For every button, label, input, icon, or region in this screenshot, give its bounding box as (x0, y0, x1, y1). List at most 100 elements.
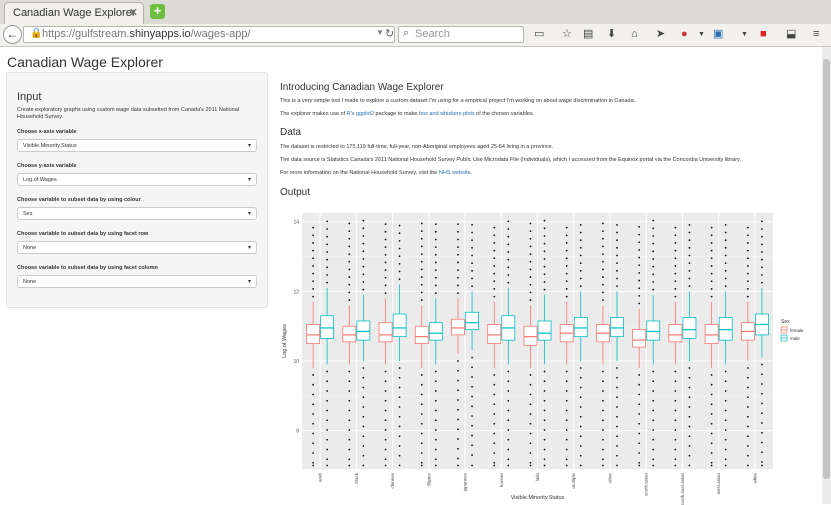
reload-icon[interactable]: ↻ (385, 27, 394, 40)
bookmark-star-icon[interactable]: ☆ (562, 28, 572, 41)
outlier-point (348, 237, 351, 240)
outlier-point (761, 363, 763, 366)
outlier-point (652, 273, 655, 276)
outlier-point (420, 237, 423, 240)
outlier-point (348, 283, 351, 286)
scrollbar-thumb[interactable] (823, 59, 830, 479)
outlier-point (384, 380, 387, 383)
x-tick-label: west.asian (716, 473, 721, 495)
outlier-point (543, 419, 546, 422)
outlier-point (565, 390, 568, 392)
facet-row-select[interactable]: None ▾ (17, 241, 257, 254)
outlier-point (543, 265, 546, 268)
url-dropdown-icon[interactable]: ▼ (376, 28, 384, 37)
outlier-point (543, 281, 546, 283)
outlier-point (457, 269, 459, 272)
outlier-point (507, 281, 510, 284)
box (487, 324, 502, 345)
outlier-point (674, 448, 677, 451)
url-bar[interactable]: 🔒 https://gulfstream.shinyapps.io/wages-… (23, 26, 395, 43)
outlier-point (652, 242, 655, 245)
reader-view-icon[interactable]: ▭ (534, 28, 544, 41)
x-tick-label: chinese (390, 473, 395, 489)
outlier-point (579, 223, 582, 226)
outlier-point (362, 396, 365, 399)
send-icon[interactable]: ➤ (656, 28, 665, 41)
outlier-point (326, 243, 329, 246)
outlier-point (529, 374, 532, 376)
box (704, 324, 719, 345)
outlier-point (761, 220, 763, 223)
outlier-point (688, 223, 691, 226)
outlier-point (312, 464, 314, 467)
outlier-point (529, 442, 532, 445)
x-axis-select[interactable]: Visible.Minority.Status ▾ (17, 139, 257, 152)
outlier-point (579, 262, 582, 265)
outlier-point (507, 458, 510, 461)
menu-icon[interactable]: ≡ (813, 28, 819, 41)
outlier-point (348, 260, 351, 263)
outlier-point (565, 288, 568, 290)
outlier-point (674, 280, 677, 283)
x-axis-label: Choose x-axis variable (17, 129, 77, 135)
outlier-point (579, 231, 582, 234)
outlier-point (507, 419, 510, 422)
home-icon[interactable]: ⌂ (631, 28, 638, 41)
outlier-point (420, 452, 423, 454)
y-axis-select[interactable]: Log.of.Wages ▾ (17, 173, 257, 186)
outlier-point (493, 280, 496, 283)
outlier-point (420, 283, 423, 286)
box-whiskers-link[interactable]: box and whiskers plots (419, 111, 475, 117)
outlier-point (761, 383, 763, 385)
outlier-point (674, 464, 677, 467)
addon-dropdown-icon[interactable]: ▼ (698, 28, 705, 41)
outlier-point (565, 295, 568, 298)
outlier-point (638, 442, 641, 445)
outlier-point (674, 390, 677, 392)
outlier-point (710, 383, 713, 386)
pocket-icon[interactable]: ■ (760, 28, 767, 41)
extension-icon[interactable]: ▣ (713, 28, 723, 41)
outlier-point (493, 374, 496, 376)
extension-dropdown-icon[interactable]: ▼ (741, 28, 748, 41)
bookmarks-list-icon[interactable]: ▤ (583, 28, 593, 41)
outlier-point (471, 223, 473, 226)
outlier-point (579, 386, 582, 389)
close-tab-icon[interactable]: ✕ (129, 6, 138, 19)
downloads-icon[interactable]: ⬇ (607, 28, 616, 41)
nhs-website-link[interactable]: NHS website (439, 170, 471, 176)
outlier-point (326, 458, 329, 461)
outlier-point (507, 274, 510, 276)
outlier-point (579, 285, 582, 288)
facet-column-select[interactable]: None ▾ (17, 275, 257, 288)
search-bar[interactable]: ⌕ Search (398, 26, 524, 43)
ggplot2-link[interactable]: R's ggplot2 (347, 111, 374, 117)
outlier-point (434, 276, 437, 279)
outlier-point (616, 406, 618, 408)
outlier-point (326, 228, 329, 230)
x-tick-label: other (607, 473, 612, 484)
outlier-point (638, 226, 641, 228)
outlier-point (384, 292, 387, 295)
outlier-point (688, 454, 691, 457)
browser-tab[interactable]: Canadian Wage Explorer ✕ (4, 2, 144, 24)
outlier-point (543, 448, 546, 451)
outlier-point (312, 265, 314, 267)
new-tab-icon[interactable]: + (150, 4, 165, 19)
outlier-point (507, 235, 510, 238)
page-scrollbar[interactable] (822, 47, 831, 504)
outlier-point (565, 464, 568, 467)
addon-icon[interactable]: ● (681, 28, 688, 41)
outlier-point (362, 435, 365, 438)
x-tick-label: filipino (426, 473, 431, 486)
colour-select[interactable]: Sex ▾ (17, 207, 257, 220)
outlier-point (434, 223, 437, 226)
outlier-point (616, 454, 618, 457)
outlier-point (384, 261, 387, 264)
back-arrow-icon[interactable]: ← (3, 25, 22, 44)
outlier-point (724, 458, 727, 461)
save-icon[interactable]: ⬓ (786, 28, 796, 41)
outlier-point (674, 295, 677, 298)
x-tick-label: latin (535, 473, 540, 482)
outlier-point (688, 277, 691, 280)
